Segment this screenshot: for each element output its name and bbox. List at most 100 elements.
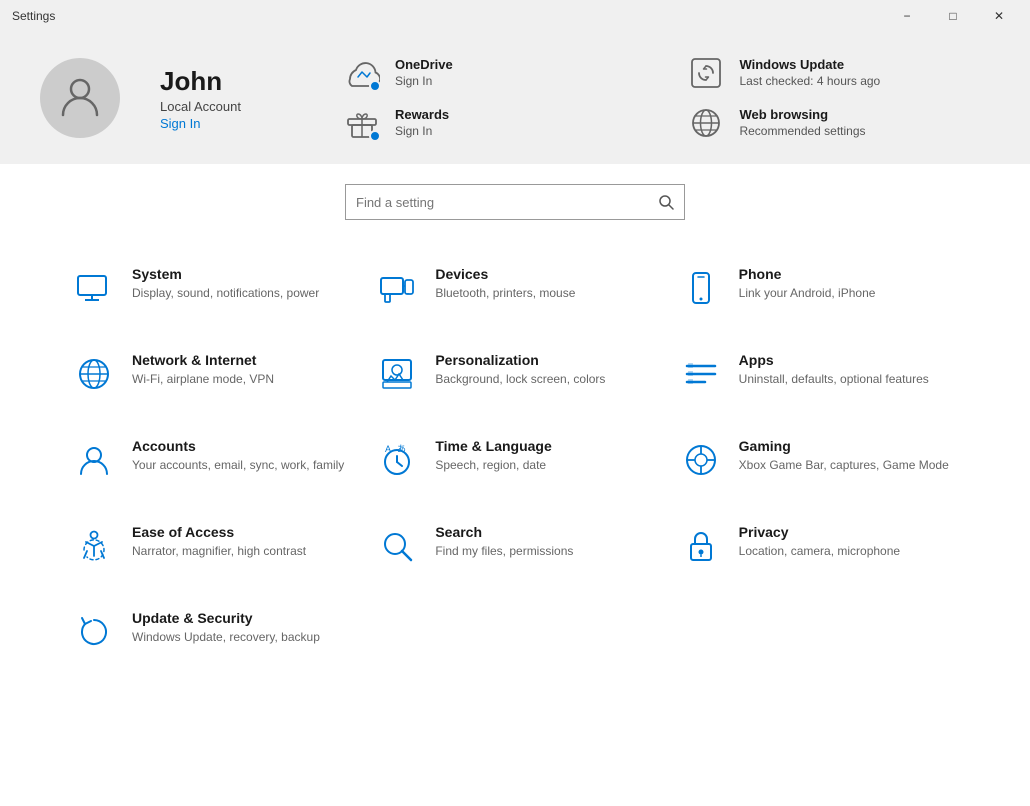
settings-item-system[interactable]: System Display, sound, notifications, po… — [60, 250, 363, 326]
rewards-label: Rewards — [395, 107, 449, 124]
search-icon — [658, 194, 674, 210]
apps-title: Apps — [739, 352, 958, 368]
settings-item-gaming[interactable]: Gaming Xbox Game Bar, captures, Game Mod… — [667, 422, 970, 498]
service-windows-update[interactable]: Windows Update Last checked: 4 hours ago — [685, 52, 990, 94]
ease-text: Ease of Access Narrator, magnifier, high… — [132, 524, 351, 560]
gaming-title: Gaming — [739, 438, 958, 454]
devices-icon — [375, 266, 419, 310]
search-box[interactable] — [345, 184, 685, 220]
svg-text:あ: あ — [397, 444, 406, 454]
apps-text: Apps Uninstall, defaults, optional featu… — [739, 352, 958, 388]
devices-title: Devices — [435, 266, 654, 282]
search-input[interactable] — [356, 195, 658, 210]
time-desc: Speech, region, date — [435, 457, 654, 474]
settings-item-search[interactable]: Search Find my files, permissions — [363, 508, 666, 584]
gaming-icon — [679, 438, 723, 482]
search-settings-title: Search — [435, 524, 654, 540]
phone-title: Phone — [739, 266, 958, 282]
onedrive-text: OneDrive Sign In — [395, 57, 453, 89]
onedrive-sub: Sign In — [395, 74, 453, 90]
search-settings-icon — [375, 524, 419, 568]
update-desc: Windows Update, recovery, backup — [132, 629, 351, 646]
settings-item-devices[interactable]: Devices Bluetooth, printers, mouse — [363, 250, 666, 326]
services-grid: OneDrive Sign In Windows Update Last che… — [341, 52, 990, 144]
privacy-icon — [679, 524, 723, 568]
sign-in-link[interactable]: Sign In — [160, 116, 241, 131]
search-settings-desc: Find my files, permissions — [435, 543, 654, 560]
settings-item-network[interactable]: Network & Internet Wi-Fi, airplane mode,… — [60, 336, 363, 412]
windows-update-label: Windows Update — [739, 57, 880, 74]
settings-item-time[interactable]: A あ Time & Language Speech, region, date — [363, 422, 666, 498]
settings-item-update[interactable]: Update & Security Windows Update, recove… — [60, 594, 363, 670]
personalization-icon — [375, 352, 419, 396]
title-bar: Settings − □ ✕ — [0, 0, 1030, 32]
network-text: Network & Internet Wi-Fi, airplane mode,… — [132, 352, 351, 388]
profile-banner: John Local Account Sign In OneDrive Sign… — [0, 32, 1030, 164]
avatar — [40, 58, 120, 138]
web-browsing-sub: Recommended settings — [739, 124, 865, 140]
onedrive-icon — [341, 52, 383, 94]
ease-icon — [72, 524, 116, 568]
update-icon — [72, 610, 116, 654]
phone-icon — [679, 266, 723, 310]
settings-grid: System Display, sound, notifications, po… — [0, 250, 1030, 670]
onedrive-status-dot — [369, 80, 381, 92]
time-title: Time & Language — [435, 438, 654, 454]
settings-item-personalization[interactable]: Personalization Background, lock screen,… — [363, 336, 666, 412]
profile-info: John Local Account Sign In — [160, 66, 241, 131]
minimize-button[interactable]: − — [884, 0, 930, 32]
windows-update-text: Windows Update Last checked: 4 hours ago — [739, 57, 880, 89]
system-text: System Display, sound, notifications, po… — [132, 266, 351, 302]
settings-item-accounts[interactable]: Accounts Your accounts, email, sync, wor… — [60, 422, 363, 498]
personalization-desc: Background, lock screen, colors — [435, 371, 654, 388]
accounts-text: Accounts Your accounts, email, sync, wor… — [132, 438, 351, 474]
ease-desc: Narrator, magnifier, high contrast — [132, 543, 351, 560]
network-desc: Wi-Fi, airplane mode, VPN — [132, 371, 351, 388]
web-browsing-text: Web browsing Recommended settings — [739, 107, 865, 139]
window-controls: − □ ✕ — [884, 0, 1022, 32]
time-icon: A あ — [375, 438, 419, 482]
web-browsing-label: Web browsing — [739, 107, 865, 124]
settings-item-apps[interactable]: Apps Uninstall, defaults, optional featu… — [667, 336, 970, 412]
settings-item-phone[interactable]: Phone Link your Android, iPhone — [667, 250, 970, 326]
rewards-icon — [341, 102, 383, 144]
apps-icon — [679, 352, 723, 396]
network-icon — [72, 352, 116, 396]
accounts-title: Accounts — [132, 438, 351, 454]
privacy-desc: Location, camera, microphone — [739, 543, 958, 560]
search-container — [0, 184, 1030, 220]
search-settings-text: Search Find my files, permissions — [435, 524, 654, 560]
time-text: Time & Language Speech, region, date — [435, 438, 654, 474]
network-title: Network & Internet — [132, 352, 351, 368]
maximize-button[interactable]: □ — [930, 0, 976, 32]
phone-desc: Link your Android, iPhone — [739, 285, 958, 302]
accounts-icon — [72, 438, 116, 482]
devices-desc: Bluetooth, printers, mouse — [435, 285, 654, 302]
system-icon — [72, 266, 116, 310]
svg-text:A: A — [385, 444, 391, 454]
service-onedrive[interactable]: OneDrive Sign In — [341, 52, 646, 94]
settings-item-ease[interactable]: Ease of Access Narrator, magnifier, high… — [60, 508, 363, 584]
accounts-desc: Your accounts, email, sync, work, family — [132, 457, 351, 474]
web-browsing-icon — [685, 102, 727, 144]
personalization-title: Personalization — [435, 352, 654, 368]
app-title: Settings — [12, 9, 55, 23]
windows-update-sub: Last checked: 4 hours ago — [739, 74, 880, 90]
close-button[interactable]: ✕ — [976, 0, 1022, 32]
rewards-sub: Sign In — [395, 124, 449, 140]
user-avatar-icon — [55, 71, 105, 126]
service-web-browsing[interactable]: Web browsing Recommended settings — [685, 102, 990, 144]
gaming-desc: Xbox Game Bar, captures, Game Mode — [739, 457, 958, 474]
service-rewards[interactable]: Rewards Sign In — [341, 102, 646, 144]
privacy-text: Privacy Location, camera, microphone — [739, 524, 958, 560]
ease-title: Ease of Access — [132, 524, 351, 540]
system-title: System — [132, 266, 351, 282]
rewards-status-dot — [369, 130, 381, 142]
account-type: Local Account — [160, 99, 241, 114]
update-text: Update & Security Windows Update, recove… — [132, 610, 351, 646]
apps-desc: Uninstall, defaults, optional features — [739, 371, 958, 388]
system-desc: Display, sound, notifications, power — [132, 285, 351, 302]
settings-item-privacy[interactable]: Privacy Location, camera, microphone — [667, 508, 970, 584]
windows-update-icon — [685, 52, 727, 94]
personalization-text: Personalization Background, lock screen,… — [435, 352, 654, 388]
